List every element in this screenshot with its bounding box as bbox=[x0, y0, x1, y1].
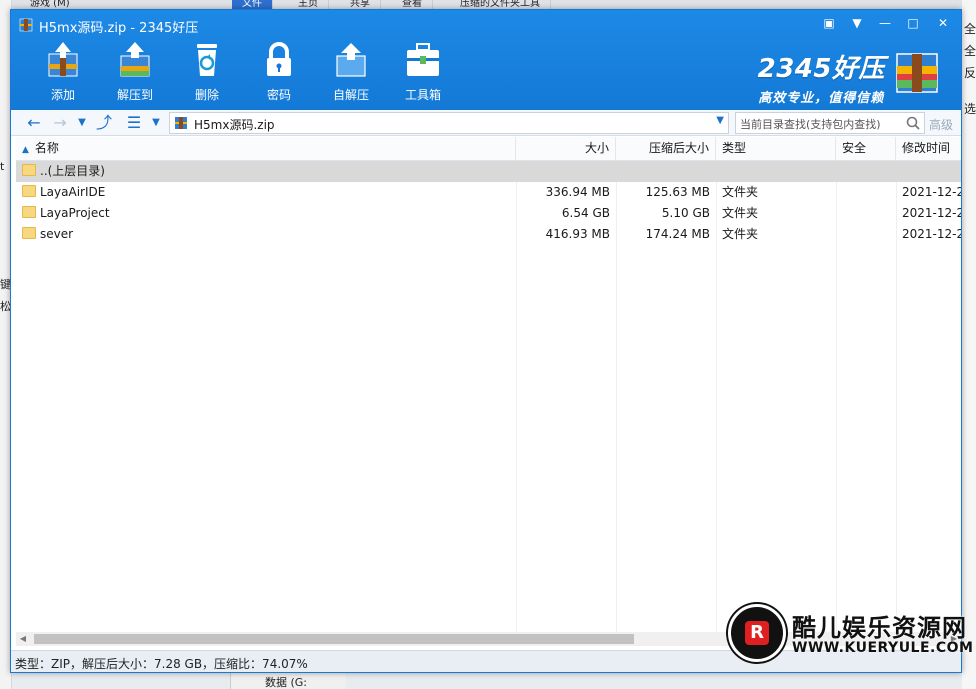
bg-tab-zip-tools: 压缩的文件夹工具 bbox=[450, 0, 551, 9]
search-input[interactable]: 当前目录查找(支持包内查找) bbox=[735, 112, 925, 134]
search-placeholder: 当前目录查找(支持包内查找) bbox=[740, 118, 881, 131]
file-name: LayaAirIDE bbox=[40, 185, 106, 199]
recycle-bin-icon bbox=[197, 44, 217, 76]
file-name: sever bbox=[40, 227, 74, 241]
table-row[interactable]: LayaProject 6.54 GB 5.10 GB 文件夹 2021-12-… bbox=[16, 203, 961, 224]
view-list-icon[interactable]: ☰ bbox=[123, 112, 145, 134]
table-row[interactable]: LayaAirIDE 336.94 MB 125.63 MB 文件夹 2021-… bbox=[16, 182, 961, 203]
lock-icon bbox=[267, 42, 291, 76]
zip-file-icon bbox=[175, 117, 187, 129]
background-right-pane: 全 全 反 选 bbox=[962, 0, 976, 689]
brand-logo: 2345好压 高效专业，值得信赖 bbox=[758, 48, 885, 106]
minimize-button[interactable]: — bbox=[874, 13, 896, 33]
folder-icon bbox=[22, 206, 36, 218]
bg-tab-share: 共享 bbox=[340, 0, 381, 9]
add-button[interactable]: 添加 bbox=[33, 40, 93, 104]
path-text: H5mx源码.zip bbox=[194, 118, 275, 132]
path-field[interactable]: H5mx源码.zip ▼ bbox=[169, 112, 729, 134]
file-type: 文件夹 bbox=[722, 185, 759, 199]
maximize-button[interactable]: □ bbox=[902, 13, 924, 33]
self-extract-label: 自解压 bbox=[332, 88, 369, 102]
up-level-icon[interactable]: ⤴ bbox=[93, 112, 115, 134]
column-header-security[interactable]: 安全 bbox=[836, 137, 896, 161]
watermark-logo-icon: R bbox=[728, 604, 786, 662]
background-ribbon: 文件 主页 共享 查看 压缩的文件夹工具 游戏 (M) bbox=[0, 0, 976, 9]
folder-icon bbox=[22, 185, 36, 197]
bg-top-left-text: 游戏 (M) bbox=[30, 0, 70, 9]
file-size: 6.54 GB bbox=[561, 206, 610, 220]
history-dropdown-icon[interactable]: ▼ bbox=[71, 112, 93, 134]
haozip-window: H5mx源码.zip - 2345好压 ▣ ▼ — □ ✕ 添加 解压到 删除 … bbox=[10, 9, 962, 673]
file-size: 336.94 MB bbox=[545, 185, 610, 199]
archive-box-logo-icon bbox=[896, 53, 938, 93]
password-label: 密码 bbox=[266, 88, 291, 102]
self-extract-icon bbox=[336, 43, 366, 77]
file-packed-size: 5.10 GB bbox=[661, 206, 710, 220]
file-name: LayaProject bbox=[40, 206, 110, 220]
sort-ascending-icon: ▲ bbox=[22, 145, 29, 155]
file-name: ..(上层目录) bbox=[40, 164, 105, 178]
archive-app-icon bbox=[19, 18, 33, 32]
advanced-search-link[interactable]: 高级 bbox=[929, 116, 953, 133]
extract-to-button[interactable]: 解压到 bbox=[105, 40, 165, 104]
close-button[interactable]: ✕ bbox=[932, 13, 954, 33]
brand-slogan: 高效专业，值得信赖 bbox=[758, 91, 885, 106]
watermark-url: WWW.KUERYULE.COM bbox=[792, 640, 974, 656]
file-modified: 2021-12-2 bbox=[902, 185, 961, 199]
bg-tab-view: 查看 bbox=[392, 0, 433, 9]
bg-tab-home: 主页 bbox=[288, 0, 329, 9]
background-drive-label: 数据 (G: bbox=[230, 672, 346, 689]
view-dropdown-icon[interactable]: ▼ bbox=[145, 112, 167, 134]
file-list-header: ▲ 名称 大小 压缩后大小 类型 安全 修改时间 bbox=[16, 137, 961, 161]
folder-icon bbox=[22, 227, 36, 239]
toolbox-icon bbox=[407, 43, 439, 76]
watermark: R 酷儿娱乐资源网 WWW.KUERYULE.COM bbox=[728, 600, 973, 668]
password-button[interactable]: 密码 bbox=[249, 40, 309, 104]
file-modified: 2021-12-2 bbox=[902, 227, 961, 241]
delete-label: 删除 bbox=[194, 88, 219, 102]
column-header-modified[interactable]: 修改时间 bbox=[896, 137, 961, 161]
file-type: 文件夹 bbox=[722, 206, 759, 220]
file-modified: 2021-12-2 bbox=[902, 206, 961, 220]
file-packed-size: 125.63 MB bbox=[645, 185, 710, 199]
table-row-parent-dir[interactable]: ..(上层目录) bbox=[16, 161, 961, 182]
column-header-size[interactable]: 大小 bbox=[516, 137, 616, 161]
scrollbar-thumb[interactable] bbox=[34, 634, 634, 644]
window-title: H5mx源码.zip - 2345好压 bbox=[39, 21, 199, 36]
scroll-left-icon[interactable]: ◀ bbox=[16, 632, 30, 646]
file-type: 文件夹 bbox=[722, 227, 759, 241]
title-bar: H5mx源码.zip - 2345好压 ▣ ▼ — □ ✕ 添加 解压到 删除 … bbox=[11, 10, 961, 110]
column-header-packed-size[interactable]: 压缩后大小 bbox=[616, 137, 716, 161]
add-label: 添加 bbox=[50, 88, 75, 102]
bg-tab-file: 文件 bbox=[232, 0, 273, 9]
search-icon[interactable] bbox=[905, 115, 921, 131]
file-size: 416.93 MB bbox=[545, 227, 610, 241]
folder-icon bbox=[22, 164, 36, 176]
navigation-bar: ← → ▼ ⤴ ☰ ▼ H5mx源码.zip ▼ 当前目录查找(支持包内查找) … bbox=[11, 110, 961, 136]
column-header-name[interactable]: ▲ 名称 bbox=[16, 137, 516, 161]
delete-button[interactable]: 删除 bbox=[177, 40, 237, 104]
table-row[interactable]: sever 416.93 MB 174.24 MB 文件夹 2021-12-2 bbox=[16, 224, 961, 245]
file-packed-size: 174.24 MB bbox=[645, 227, 710, 241]
toolbox-button[interactable]: 工具箱 bbox=[393, 40, 453, 104]
extract-to-icon bbox=[120, 42, 150, 77]
back-arrow-icon[interactable]: ← bbox=[23, 112, 45, 134]
self-extract-button[interactable]: 自解压 bbox=[321, 40, 381, 104]
extract-to-label: 解压到 bbox=[116, 88, 153, 102]
brand-name: 2345好压 bbox=[757, 54, 885, 84]
watermark-title: 酷儿娱乐资源网 bbox=[792, 614, 967, 642]
forward-arrow-icon[interactable]: → bbox=[49, 112, 71, 134]
column-header-type[interactable]: 类型 bbox=[716, 137, 836, 161]
toolbox-label: 工具箱 bbox=[404, 88, 441, 102]
feedback-icon[interactable]: ▣ bbox=[818, 13, 840, 33]
path-dropdown-icon[interactable]: ▼ bbox=[716, 115, 724, 126]
menu-dropdown-icon[interactable]: ▼ bbox=[846, 13, 868, 33]
add-archive-icon bbox=[48, 42, 78, 77]
